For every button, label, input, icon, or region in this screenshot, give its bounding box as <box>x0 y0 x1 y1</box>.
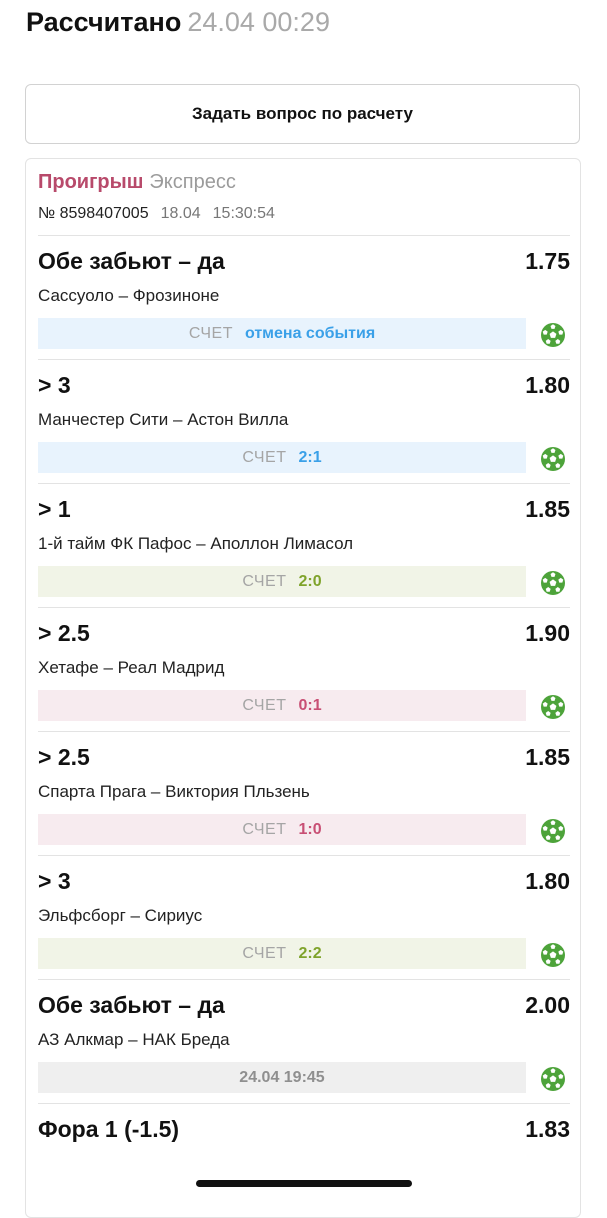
score-label: СЧЕТ <box>242 820 287 838</box>
score-label: СЧЕТ <box>242 448 287 466</box>
event-teams: Манчестер Сити – Астон Вилла <box>38 410 289 429</box>
event-teams: Хетафе – Реал Мадрид <box>38 658 225 677</box>
events-list: Обе забьют – да 1.75 Сассуоло – Фрозиноне С… <box>38 235 570 1217</box>
event-market: > 3 <box>38 372 71 398</box>
event-teams: Эльфсборг – Сириус <box>38 906 203 925</box>
event-score-bar: СЧЕТ 0:1 <box>38 690 526 721</box>
bet-card: Проигрыш Экспресс № 8598407005 18.04 15:30:… <box>25 158 581 1218</box>
event-row[interactable]: Обе забьют – да 1.75 Сассуоло – Фрозиноне С… <box>38 235 570 359</box>
bet-status: Проигрыш Экспресс <box>38 171 236 194</box>
event-start-time: 24.04 19:45 <box>239 1068 325 1086</box>
event-score-bar: СЧЕТ отмена события <box>38 318 526 349</box>
event-row[interactable]: > 1 1.85 1-й тайм ФК Пафос – Аполлон Лимас… <box>38 483 570 607</box>
event-market: > 3 <box>38 868 71 894</box>
bet-result: Проигрыш <box>38 171 144 193</box>
football-icon <box>541 447 565 471</box>
event-row[interactable]: > 2.5 1.85 Спарта Прага – Виктория Пльзень… <box>38 731 570 855</box>
event-teams: Сассуоло – Фрозиноне <box>38 286 220 305</box>
football-icon <box>541 819 565 843</box>
score-label: СЧЕТ <box>188 324 233 342</box>
event-row[interactable]: > 3 1.80 Эльфсборг – Сириус СЧЕТ 2:2 <box>38 855 570 979</box>
bet-number: № 8598407005 <box>38 205 149 222</box>
score-label: СЧЕТ <box>242 696 287 714</box>
event-market: Обе забьют – да <box>38 248 225 274</box>
score-value: отмена события <box>244 324 376 342</box>
event-odds: 1.85 <box>525 744 570 770</box>
event-score-bar: СЧЕТ 2:2 <box>38 938 526 969</box>
ask-question-button[interactable]: Задать вопрос по расчету <box>25 84 580 144</box>
score-value: 1:0 <box>298 820 322 838</box>
event-teams: АЗ Алкмар – НАК Бреда <box>38 1030 230 1049</box>
event-odds: 1.80 <box>525 868 570 894</box>
score-value: 2:2 <box>298 944 322 962</box>
event-odds: 1.83 <box>525 1116 570 1142</box>
event-score-bar: СЧЕТ 1:0 <box>38 814 526 845</box>
score-value: 2:1 <box>298 448 322 466</box>
page-title: Рассчитано <box>26 7 182 37</box>
football-icon <box>541 323 565 347</box>
event-odds: 2.00 <box>525 992 570 1018</box>
home-indicator[interactable] <box>196 1180 412 1187</box>
event-odds: 1.90 <box>525 620 570 646</box>
score-value: 0:1 <box>298 696 322 714</box>
event-odds: 1.75 <box>525 248 570 274</box>
event-score-bar: СЧЕТ 2:0 <box>38 566 526 597</box>
event-score-bar: СЧЕТ 2:1 <box>38 442 526 473</box>
event-score-bar: 24.04 19:45 <box>38 1062 526 1093</box>
page-header: Рассчитано 24.04 00:29 <box>26 4 330 40</box>
score-label: СЧЕТ <box>242 572 287 590</box>
event-row[interactable]: > 2.5 1.90 Хетафе – Реал Мадрид СЧЕТ 0:1 <box>38 607 570 731</box>
bet-time: 15:30:54 <box>212 205 275 222</box>
event-teams: Спарта Прага – Виктория Пльзень <box>38 782 310 801</box>
event-odds: 1.85 <box>525 496 570 522</box>
bet-type: Экспресс <box>149 171 236 193</box>
football-icon <box>541 695 565 719</box>
event-market: > 2.5 <box>38 744 90 770</box>
football-icon <box>541 1067 565 1091</box>
event-market: > 2.5 <box>38 620 90 646</box>
event-market: Обе забьют – да <box>38 992 225 1018</box>
football-icon <box>541 943 565 967</box>
event-row[interactable]: Фора 1 (-1.5) 1.83 <box>38 1103 570 1217</box>
event-row[interactable]: > 3 1.80 Манчестер Сити – Астон Вилла СЧЕТ 2… <box>38 359 570 483</box>
event-odds: 1.80 <box>525 372 570 398</box>
event-market: Фора 1 (-1.5) <box>38 1116 180 1142</box>
bet-date: 18.04 <box>160 205 201 222</box>
event-market: > 1 <box>38 496 71 522</box>
score-label: СЧЕТ <box>242 944 287 962</box>
football-icon <box>541 571 565 595</box>
event-teams: 1-й тайм ФК Пафос – Аполлон Лимасол <box>38 534 354 553</box>
score-value: 2:0 <box>298 572 322 590</box>
event-row[interactable]: Обе забьют – да 2.00 АЗ Алкмар – НАК Бреда… <box>38 979 570 1103</box>
settled-datetime: 24.04 00:29 <box>187 7 330 37</box>
bet-meta: № 8598407005 18.04 15:30:54 <box>38 205 275 223</box>
